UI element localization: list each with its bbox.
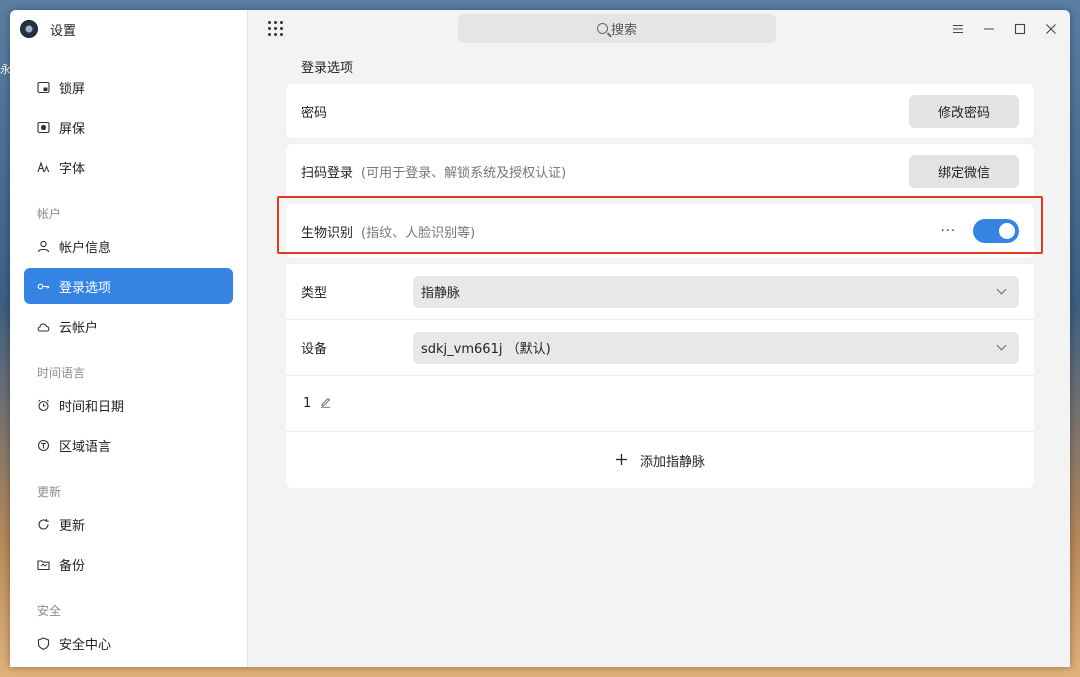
- edit-icon[interactable]: [320, 397, 331, 411]
- plus-icon: [615, 451, 628, 470]
- sidebar-item-label: 字体: [59, 161, 86, 177]
- type-value: 指静脉: [421, 286, 461, 301]
- sidebar-item-label: 帐户信息: [59, 240, 112, 256]
- sidebar-list: 锁屏 屏保 字体 帐户 帐户信息 登录选项 云帐户 时间语言 时间和日期 区域语…: [10, 48, 247, 661]
- biometric-settings: 类型 指静脉 设备 sdkj_vm661j （默认) 1 添加指静脉: [286, 264, 1034, 488]
- region-icon: [37, 439, 50, 452]
- backup-icon: [37, 558, 50, 571]
- enrolled-item-name: 1: [303, 396, 312, 411]
- sidebar-item-label: 锁屏: [59, 81, 86, 97]
- type-label: 类型: [301, 286, 328, 301]
- chevron-down-icon: [996, 284, 1007, 295]
- sidebar-item-update[interactable]: 更新: [24, 506, 233, 542]
- sidebar-item-screensaver[interactable]: 屏保: [24, 109, 233, 145]
- menu-icon[interactable]: [947, 18, 969, 40]
- toggle-knob: [999, 223, 1015, 239]
- sidebar-item-account-info[interactable]: 帐户信息: [24, 228, 233, 264]
- sidebar-item-label: 云帐户: [59, 320, 99, 336]
- user-icon: [37, 240, 50, 253]
- maximize-icon[interactable]: [1009, 18, 1031, 40]
- sidebar-item-label: 区域语言: [59, 439, 112, 455]
- sidebar-item-font[interactable]: 字体: [24, 149, 233, 185]
- app-header: 设置: [10, 10, 247, 48]
- qrcode-login-label: 扫码登录: [301, 165, 354, 181]
- password-row: 密码 修改密码: [286, 84, 1034, 138]
- sidebar-item-label: 备份: [59, 558, 86, 574]
- cloud-icon: [37, 320, 50, 333]
- sidebar-item-backup[interactable]: 备份: [24, 546, 233, 582]
- sidebar: 设置 锁屏 屏保 字体 帐户 帐户信息 登录选项 云帐户 时间语言 时间和日期 …: [10, 10, 248, 667]
- sidebar-item-lockscreen[interactable]: 锁屏: [24, 69, 233, 105]
- sidebar-item-label: 安全中心: [59, 637, 112, 653]
- search-icon: [596, 23, 608, 34]
- screensaver-icon: [37, 121, 50, 134]
- qrcode-login-hint: (可用于登录、解锁系统及授权认证): [361, 165, 567, 181]
- key-icon: [37, 280, 50, 293]
- qrcode-login-row: 扫码登录 (可用于登录、解锁系统及授权认证) 绑定微信: [286, 144, 1034, 198]
- device-value: sdkj_vm661j （默认): [421, 342, 551, 357]
- device-label: 设备: [301, 342, 328, 357]
- main-panel: 搜索 登录选项 密码 修改密码 扫码登录 (可用于登录、解锁系统及授权认证) 绑…: [248, 10, 1070, 667]
- password-label: 密码: [301, 105, 328, 121]
- biometric-hint: (指纹、人脸识别等): [361, 225, 476, 241]
- sidebar-item-region-language[interactable]: 区域语言: [24, 427, 233, 463]
- type-select[interactable]: 指静脉: [413, 275, 1019, 308]
- sidebar-item-security-center[interactable]: 安全中心: [24, 625, 233, 661]
- font-icon: [37, 160, 50, 174]
- settings-window: 设置 锁屏 屏保 字体 帐户 帐户信息 登录选项 云帐户 时间语言 时间和日期 …: [10, 10, 1070, 667]
- titlebar: 搜索: [248, 10, 1070, 48]
- chevron-down-icon: [996, 340, 1007, 351]
- lockscreen-icon: [37, 81, 50, 94]
- app-title: 设置: [50, 23, 77, 39]
- sidebar-group-security: 安全: [37, 603, 62, 618]
- app-grid-icon[interactable]: [268, 21, 283, 36]
- sidebar-group-account: 帐户: [37, 206, 62, 221]
- page-title: 登录选项: [301, 60, 354, 76]
- sidebar-item-time-date[interactable]: 时间和日期: [24, 387, 233, 423]
- shield-icon: [37, 636, 50, 650]
- sidebar-item-label: 更新: [59, 518, 86, 534]
- alarm-clock-icon: [37, 399, 50, 412]
- sidebar-group-update: 更新: [37, 484, 62, 499]
- add-finger-vein-button[interactable]: 添加指静脉: [286, 432, 1034, 488]
- device-select[interactable]: sdkj_vm661j （默认): [413, 331, 1019, 364]
- sidebar-item-label: 时间和日期: [59, 399, 125, 415]
- login-options-content: 登录选项 密码 修改密码 扫码登录 (可用于登录、解锁系统及授权认证) 绑定微信…: [277, 48, 1043, 488]
- change-password-button[interactable]: 修改密码: [909, 94, 1019, 128]
- search-input[interactable]: 搜索: [458, 14, 776, 43]
- refresh-icon: [37, 518, 50, 531]
- biometric-row: 生物识别 (指纹、人脸识别等) ···: [277, 196, 1043, 258]
- bind-wechat-button[interactable]: 绑定微信: [909, 154, 1019, 188]
- more-options-icon[interactable]: ···: [941, 224, 956, 239]
- device-row: 设备 sdkj_vm661j （默认): [286, 320, 1034, 376]
- biometric-label: 生物识别: [301, 225, 354, 241]
- enrolled-item-row[interactable]: 1: [286, 376, 1034, 432]
- settings-app-icon: [20, 20, 38, 38]
- sidebar-item-label: 登录选项: [59, 280, 112, 296]
- type-row: 类型 指静脉: [286, 264, 1034, 320]
- sidebar-item-cloud-account[interactable]: 云帐户: [24, 308, 233, 344]
- add-finger-vein-label: 添加指静脉: [639, 454, 705, 470]
- minimize-icon[interactable]: [978, 18, 1000, 40]
- sidebar-item-label: 屏保: [59, 121, 86, 137]
- search-placeholder: 搜索: [610, 23, 637, 38]
- biometric-toggle[interactable]: [973, 219, 1019, 243]
- sidebar-item-login-options[interactable]: 登录选项: [24, 268, 233, 304]
- close-icon[interactable]: [1040, 18, 1062, 40]
- sidebar-group-time-language: 时间语言: [37, 365, 86, 380]
